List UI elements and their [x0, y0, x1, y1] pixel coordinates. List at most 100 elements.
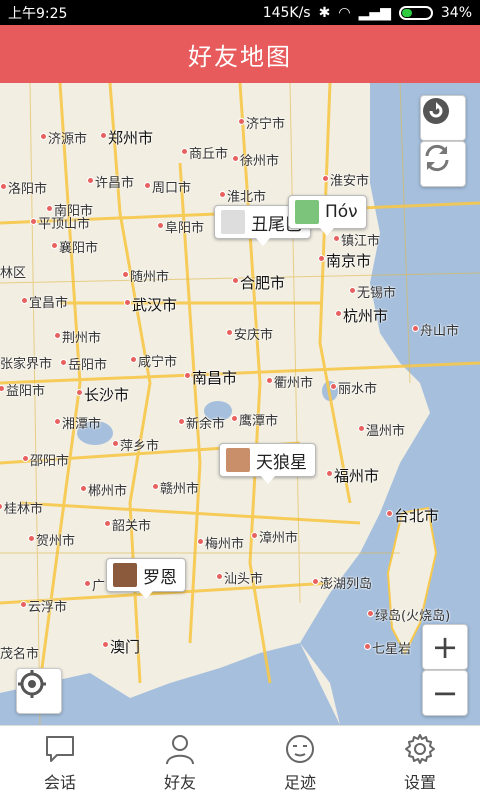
- city-dot: [102, 641, 109, 648]
- city-label: 济宁市: [246, 117, 286, 132]
- city-dot: [144, 182, 151, 189]
- status-bar: 上午9:25 145K/s ✱ ◠ ▂▄▆ 34%: [0, 0, 480, 25]
- city-dot: [216, 573, 223, 580]
- tab-chat-label: 会话: [43, 773, 76, 792]
- avatar: [295, 200, 319, 224]
- friend-marker[interactable]: 天狼星: [219, 443, 316, 484]
- city-label: 澳门: [110, 638, 141, 656]
- city-label: 宜昌市: [29, 296, 69, 311]
- city-dot: [358, 425, 365, 432]
- zoom-out-button[interactable]: −: [422, 670, 468, 716]
- friend-name: 罗恩: [143, 567, 177, 588]
- tab-footprints[interactable]: 足迹: [240, 726, 360, 800]
- tab-settings[interactable]: 设置: [360, 726, 480, 800]
- city-label: 阜阳市: [165, 221, 205, 236]
- sync-icon: [425, 144, 449, 172]
- city-label: 济源市: [48, 132, 88, 147]
- city-dot: [219, 191, 226, 198]
- city-dot: [326, 470, 333, 477]
- battery-percent: 34%: [440, 4, 472, 21]
- city-label: 七星岩: [372, 642, 412, 657]
- avatar: [113, 563, 137, 587]
- city-dot: [335, 310, 342, 317]
- city-dot: [21, 297, 28, 304]
- zoom-in-button[interactable]: +: [422, 624, 468, 670]
- city-label: 衢州市: [274, 376, 314, 391]
- city-label: 无锡市: [357, 286, 397, 301]
- city-dot: [22, 455, 29, 462]
- city-label: 镇江市: [341, 234, 381, 249]
- city-label: 咸宁市: [138, 355, 178, 370]
- city-dot: [364, 643, 371, 650]
- reset-map-button[interactable]: [420, 95, 466, 141]
- city-dot: [367, 610, 374, 617]
- city-label: 贺州市: [36, 534, 76, 549]
- city-label: 商丘市: [189, 147, 229, 162]
- bottom-tab-bar: 会话 好友 足迹 设置: [0, 725, 480, 800]
- signal-icon: ▂▄▆: [358, 4, 391, 21]
- avatar: [226, 448, 250, 472]
- face-icon: [286, 735, 314, 763]
- page-title: 好友地图: [188, 42, 292, 71]
- city-dot: [181, 148, 188, 155]
- city-dot: [40, 133, 47, 140]
- tab-friends[interactable]: 好友: [120, 726, 240, 800]
- person-icon: [166, 735, 194, 765]
- city-dot: [76, 389, 83, 396]
- locate-icon: [18, 670, 46, 698]
- gear-icon: [405, 734, 435, 764]
- city-label: 杭州市: [343, 307, 389, 325]
- city-dot: [100, 132, 107, 139]
- city-dot: [54, 332, 61, 339]
- city-label: 合肥市: [240, 274, 286, 292]
- city-dot: [30, 218, 37, 225]
- friend-name: 天狼星: [256, 452, 307, 473]
- city-label: 萍乡市: [120, 439, 160, 454]
- city-dot: [80, 485, 87, 492]
- city-dot: [330, 383, 337, 390]
- city-label: 鹰潭市: [239, 414, 279, 429]
- city-label: 襄阳市: [59, 241, 99, 256]
- city-label: 岳阳市: [68, 358, 108, 373]
- tab-friends-label: 好友: [163, 773, 196, 792]
- tab-settings-label: 设置: [403, 773, 436, 792]
- city-dot: [322, 175, 329, 182]
- city-dot: [152, 483, 159, 490]
- city-label: 梅州市: [205, 537, 245, 552]
- friend-marker[interactable]: 罗恩: [106, 558, 186, 599]
- city-dot: [318, 255, 325, 262]
- city-dot: [60, 359, 67, 366]
- city-label: 徐州市: [240, 154, 280, 169]
- city-label: 丽水市: [338, 382, 378, 397]
- tab-chat[interactable]: 会话: [0, 726, 120, 800]
- city-label: 福州市: [334, 467, 380, 485]
- friend-marker[interactable]: Πόν: [288, 195, 367, 236]
- city-dot: [28, 535, 35, 542]
- city-label: 新余市: [186, 417, 226, 432]
- locate-button[interactable]: [16, 668, 62, 714]
- status-time: 上午9:25: [8, 5, 68, 22]
- city-label: 南京市: [326, 252, 372, 270]
- city-dot: [197, 538, 204, 545]
- city-dot: [312, 578, 319, 585]
- city-dot: [104, 520, 111, 527]
- city-dot: [386, 510, 393, 517]
- city-dot: [112, 440, 119, 447]
- city-label: 郴州市: [88, 484, 128, 499]
- city-label: 荆州市: [62, 331, 102, 346]
- city-dot: [238, 118, 245, 125]
- city-label: 安庆市: [234, 328, 274, 343]
- city-label: 郑州市: [108, 129, 154, 147]
- city-label: 漳州市: [259, 531, 299, 546]
- friend-map[interactable]: 济源市 郑州市 济宁市 商丘市 徐州市 洛阳市 许昌市 周口市 淮北市 淮安市 平顶山市 南阳市 阜阳市…: [0, 83, 480, 725]
- city-dot: [84, 580, 91, 587]
- city-label: 汕头市: [224, 572, 264, 587]
- city-dot: [20, 601, 27, 608]
- city-dot: [333, 235, 340, 242]
- bluetooth-icon: ✱: [318, 4, 331, 21]
- city-dot: [266, 377, 273, 384]
- city-label: 邵阳市: [30, 454, 70, 469]
- city-label: 许昌市: [95, 176, 135, 191]
- map-background: [0, 83, 480, 725]
- sync-button[interactable]: [420, 141, 466, 187]
